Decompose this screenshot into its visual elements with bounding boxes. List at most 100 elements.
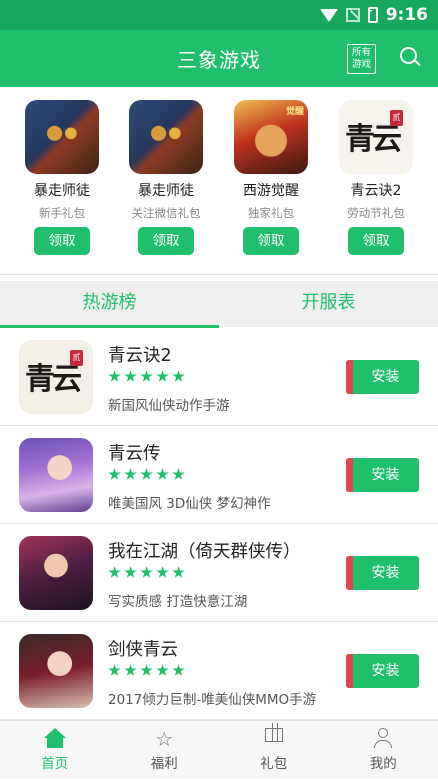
gift-name: 暴走师徒: [126, 180, 206, 200]
star-icon: [124, 370, 137, 383]
status-bar: 9:16: [0, 0, 438, 30]
game-row[interactable]: 青云传 唯美国风 3D仙侠 梦幻神作 安装: [0, 426, 438, 524]
qingyun-calligraphy-icon: 青云 贰: [19, 340, 93, 414]
game-description: 新国风仙侠动作手游: [108, 394, 230, 414]
tab-bar: 热游榜 开服表: [0, 281, 438, 327]
nav-mine[interactable]: 我的: [329, 721, 438, 779]
wukong-icon: 觉醒: [234, 100, 308, 174]
swordswoman-icon: [19, 536, 93, 610]
install-label: 安装: [372, 369, 400, 385]
star-icon: [140, 566, 153, 579]
game-name: 剑侠青云: [108, 636, 178, 661]
claim-button[interactable]: 领取: [348, 227, 404, 255]
install-accent: [346, 458, 353, 492]
nav-label: 我的: [329, 752, 438, 772]
gift-icon: [263, 728, 285, 750]
all-games-label: 所有 游戏: [352, 47, 371, 70]
wifi-icon: [320, 9, 338, 22]
game-name: 我在江湖（倚天群侠传）: [108, 538, 301, 563]
game-row[interactable]: 我在江湖（倚天群侠传） 写实质感 打造快意江湖 安装: [0, 524, 438, 622]
claim-button[interactable]: 领取: [34, 227, 90, 255]
star-icon: [140, 468, 153, 481]
home-icon-body: [47, 738, 63, 748]
star-icon: [140, 370, 153, 383]
star-icon: [172, 468, 185, 481]
gift-icon-box: [265, 728, 283, 742]
user-icon-head: [378, 728, 388, 738]
tab-server-list[interactable]: 开服表: [219, 281, 438, 327]
user-icon: [372, 728, 394, 750]
star-icon: [140, 664, 153, 677]
status-icons: 9:16: [320, 5, 428, 25]
no-sim-icon: [346, 8, 360, 22]
qingyun-calligraphy-icon: 青云 贰: [339, 100, 413, 174]
star-icon: [124, 664, 137, 677]
gift-card[interactable]: 觉醒 西游觉醒 独家礼包 领取: [231, 100, 311, 255]
search-button[interactable]: [398, 46, 422, 70]
nav-welfare[interactable]: ☆ 福利: [110, 721, 220, 779]
monkey-king-icon: [129, 100, 203, 174]
install-button[interactable]: 安装: [346, 556, 419, 590]
install-accent: [346, 360, 353, 394]
star-icon: [156, 370, 169, 383]
install-accent: [346, 654, 353, 688]
star-icon: [108, 370, 121, 383]
battery-charging-icon: [368, 7, 378, 23]
game-description: 写实质感 打造快意江湖: [108, 590, 247, 610]
qingyun-icon-seal: 贰: [390, 110, 403, 126]
install-button[interactable]: 安装: [346, 360, 419, 394]
star-icon: [124, 566, 137, 579]
game-name: 青云传: [108, 440, 161, 465]
star-icon: [172, 566, 185, 579]
monkey-king-icon: [25, 100, 99, 174]
star-icon: ☆: [153, 728, 175, 750]
qingyun-icon-seal: 贰: [70, 350, 83, 366]
nav-label: 礼包: [219, 752, 329, 772]
gift-strip: 暴走师徒 新手礼包 领取 暴走师徒 关注微信礼包 领取 觉醒 西游觉醒 独家礼包…: [0, 87, 438, 275]
gift-name: 青云诀2: [336, 180, 416, 200]
app-header: 三象游戏 所有 游戏: [0, 30, 438, 87]
nav-home[interactable]: 首页: [0, 721, 110, 779]
tab-hot-games[interactable]: 热游榜: [0, 281, 219, 327]
install-label: 安装: [372, 565, 400, 581]
all-games-button[interactable]: 所有 游戏: [347, 44, 376, 74]
star-icon: [124, 468, 137, 481]
swordswoman-red-icon: [19, 634, 93, 708]
search-icon-handle: [414, 60, 420, 66]
home-icon-roof: [44, 728, 66, 738]
gift-card[interactable]: 暴走师徒 关注微信礼包 领取: [126, 100, 206, 255]
claim-button[interactable]: 领取: [243, 227, 299, 255]
gift-subtitle: 关注微信礼包: [126, 205, 206, 221]
game-row[interactable]: 青云 贰 青云诀2 新国风仙侠动作手游 安装: [0, 328, 438, 426]
nav-label: 福利: [110, 752, 220, 772]
fairy-character-icon: [19, 438, 93, 512]
gift-subtitle: 劳动节礼包: [336, 205, 416, 221]
user-icon-body: [374, 740, 392, 748]
game-description: 唯美国风 3D仙侠 梦幻神作: [108, 492, 271, 512]
install-button[interactable]: 安装: [346, 458, 419, 492]
nav-label: 首页: [0, 752, 110, 772]
nav-gift[interactable]: 礼包: [219, 721, 329, 779]
star-icon: [156, 566, 169, 579]
star-icon: [156, 468, 169, 481]
install-label: 安装: [372, 663, 400, 679]
gift-card[interactable]: 暴走师徒 新手礼包 领取: [22, 100, 102, 255]
star-rating: [108, 468, 185, 481]
claim-button[interactable]: 领取: [138, 227, 194, 255]
star-icon: [108, 468, 121, 481]
gift-subtitle: 独家礼包: [231, 205, 311, 221]
install-button[interactable]: 安装: [346, 654, 419, 688]
wukong-icon-tag: 觉醒: [286, 104, 304, 117]
gift-card[interactable]: 青云 贰 青云诀2 劳动节礼包 领取: [336, 100, 416, 255]
star-icon: [108, 566, 121, 579]
gift-subtitle: 新手礼包: [22, 205, 102, 221]
game-row[interactable]: 剑侠青云 2017倾力巨制-唯美仙侠MMO手游 安装: [0, 622, 438, 720]
game-name: 青云诀2: [108, 342, 172, 367]
status-time: 9:16: [386, 5, 428, 25]
star-rating: [108, 370, 185, 383]
star-icon: [108, 664, 121, 677]
install-accent: [346, 556, 353, 590]
home-icon: [44, 728, 66, 750]
gift-name: 西游觉醒: [231, 180, 311, 200]
star-rating: [108, 664, 185, 677]
